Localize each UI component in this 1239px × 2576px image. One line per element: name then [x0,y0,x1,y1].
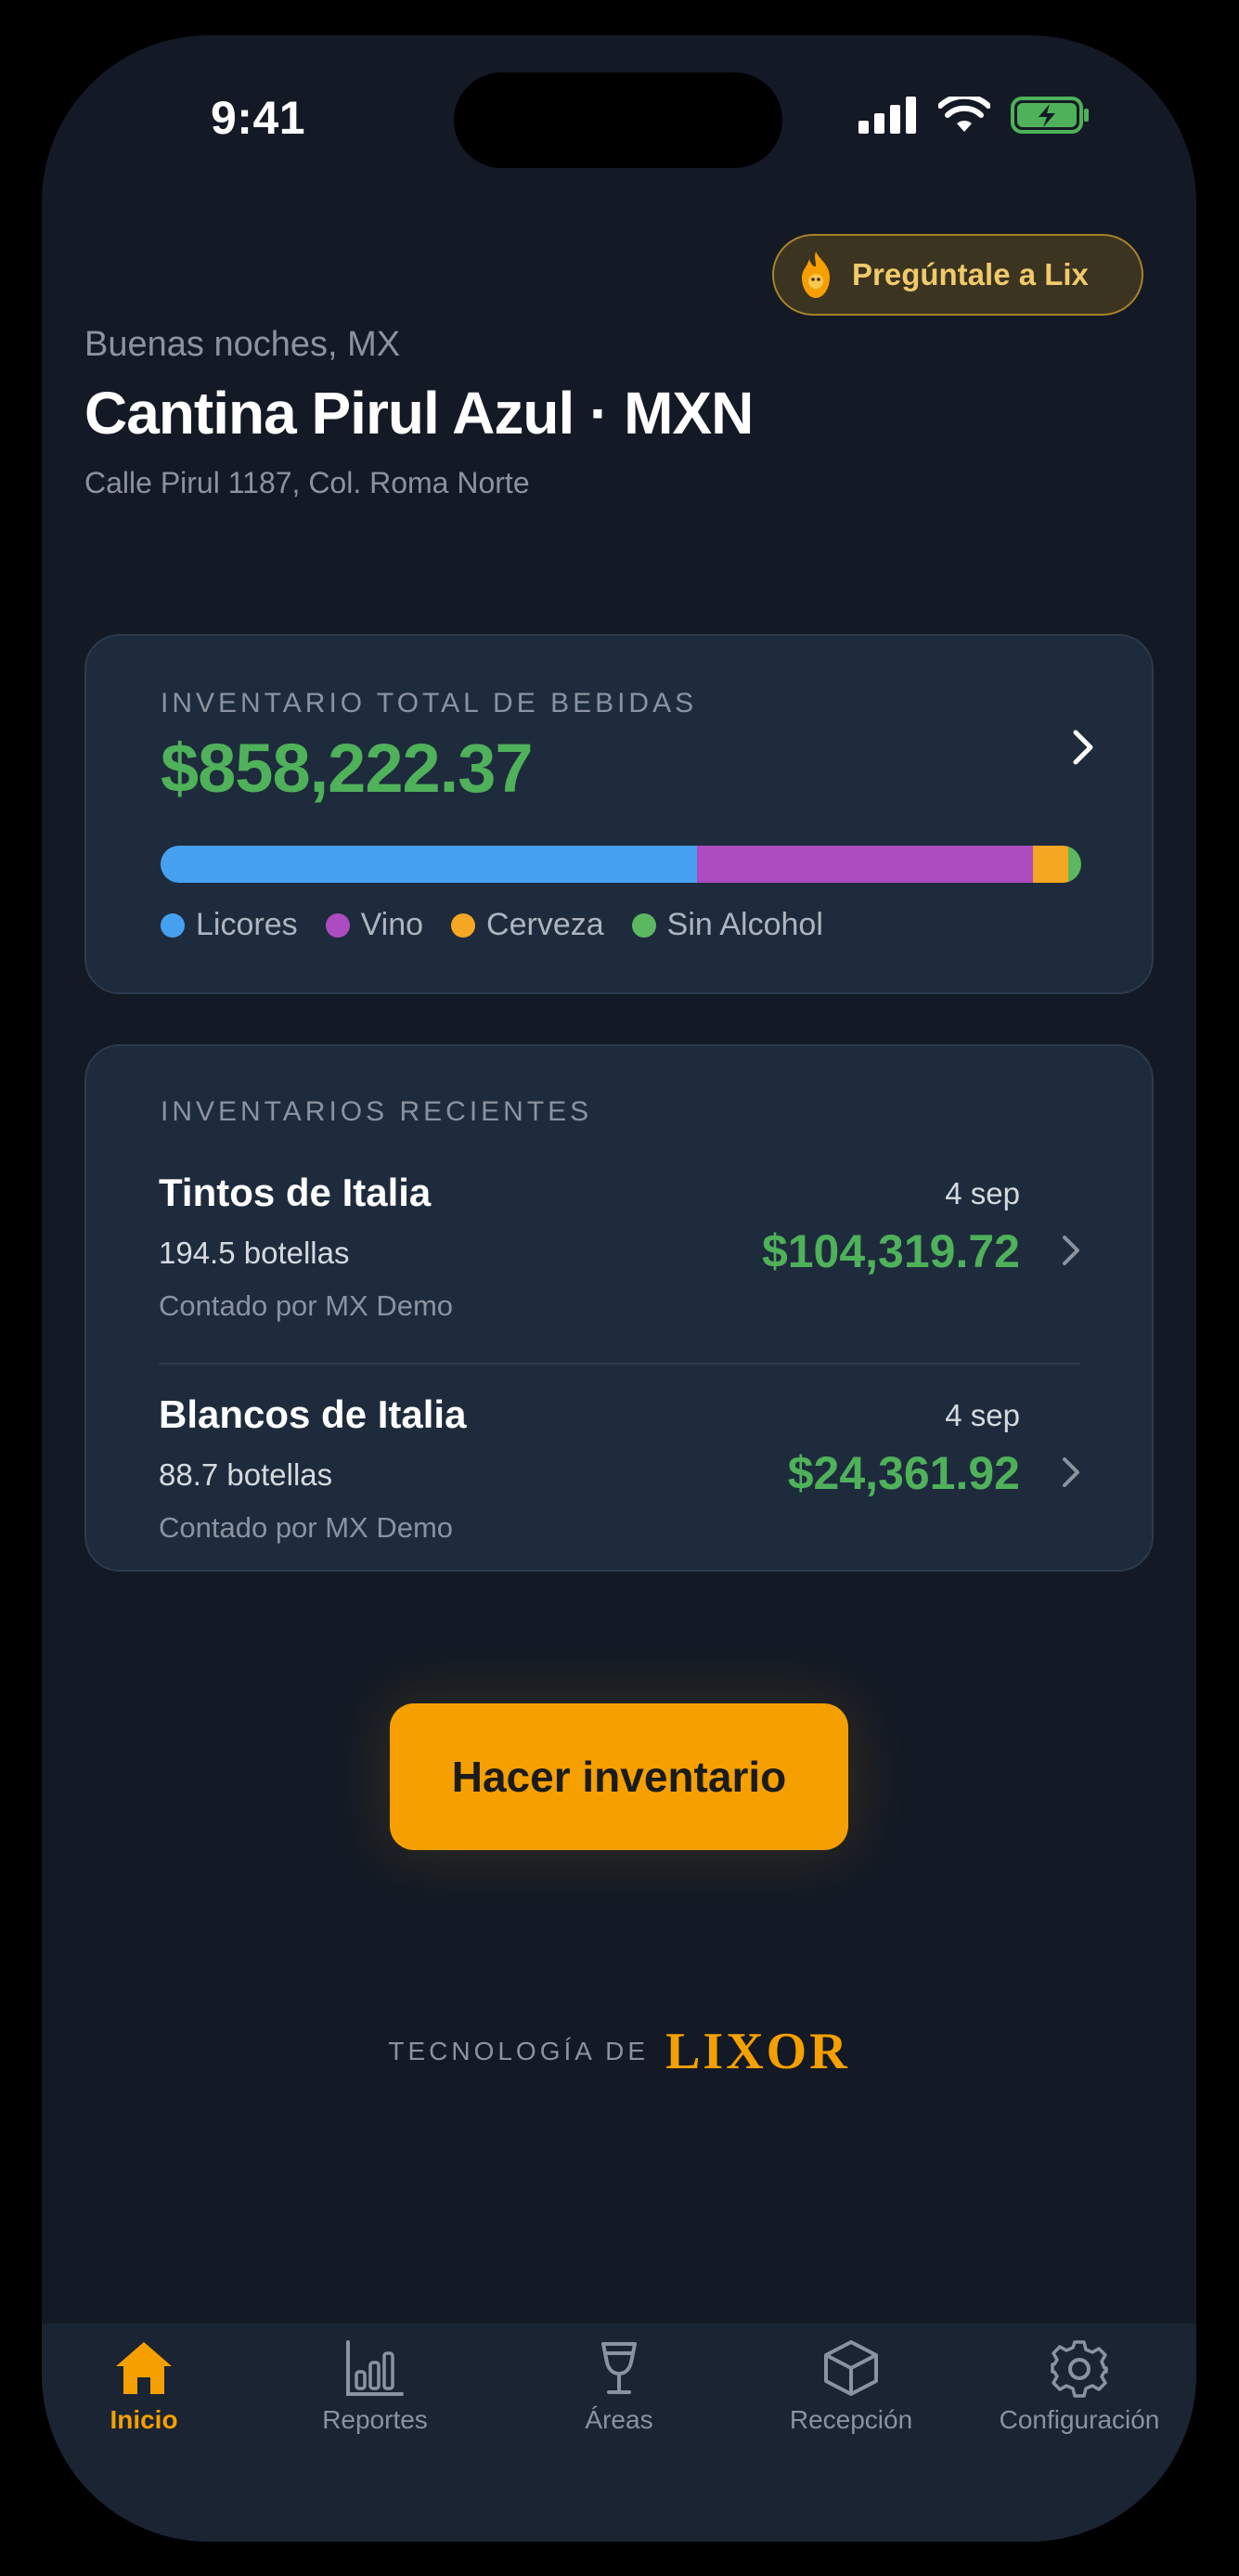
inventory-bottles: 88.7 botellas [159,1457,333,1492]
start-inventory-label: Hacer inventario [451,1753,787,1801]
bar-segment-cerveza [1033,846,1069,883]
legend-label: Sin Alcohol [666,907,823,942]
tab-label: Reportes [322,2405,428,2434]
legend-dot [631,913,656,938]
inventory-name: Blancos de Italia [159,1392,467,1436]
bar-segment-vino [697,846,1034,883]
wifi-icon [938,97,990,132]
chevron-right-icon [1063,1457,1079,1487]
wine-glass-icon [601,2342,637,2394]
bar-segment-licores [161,846,698,883]
venue-address: Calle Pirul 1187, Col. Roma Norte [84,466,530,499]
tab-bar: Inicio Reportes Áreas Recepción Configur… [42,2324,1196,2542]
signal-icon [858,97,916,134]
recent-inventory-row[interactable]: Blancos de Italia 88.7 botellas Contado … [159,1392,1087,1597]
inventory-date: 4 sep [945,1398,1020,1432]
lix-flame-icon [802,252,830,298]
inventory-value: $24,361.92 [787,1447,1020,1499]
powered-by-label: TECNOLOGÍA DE [388,2037,650,2065]
home-icon [116,2342,172,2394]
tab-areas[interactable]: Áreas [517,2338,721,2435]
inventory-total-value: $858,222.37 [161,730,534,807]
battery-icon [1011,97,1089,134]
box-icon [824,2340,878,2396]
legend-label: Cerveza [486,907,604,942]
tab-label: Áreas [585,2405,653,2434]
ask-lix-button[interactable]: Pregúntale a Lix [772,234,1143,316]
start-inventory-button[interactable]: Hacer inventario [390,1703,848,1850]
legend-dot [451,913,476,938]
gear-icon [1051,2340,1108,2398]
inventory-name: Tintos de Italia [159,1171,432,1214]
recent-inventory-row[interactable]: Tintos de Italia 194.5 botellas Contado … [159,1171,1087,1375]
legend-item: Licores [161,907,298,943]
legend-label: Vino [360,907,424,942]
chevron-right-icon [1073,730,1093,765]
greeting: Buenas noches, MX [84,325,401,364]
category-breakdown-bar [161,846,1081,883]
category-legend: Licores Vino Cerveza Sin Alcohol [161,907,823,943]
chevron-right-icon [1063,1236,1079,1265]
lixor-logo: LIXOR [665,2023,850,2080]
inventory-date: 4 sep [945,1176,1020,1210]
page-title: Cantina Pirul Azul · MXN [84,380,754,447]
row-divider [159,1363,1079,1365]
legend-item: Vino [325,907,424,943]
tab-reportes[interactable]: Reportes [273,2338,477,2435]
tab-inicio[interactable]: Inicio [42,2338,246,2435]
tab-label: Configuración [999,2405,1160,2434]
inventory-bottles: 194.5 botellas [159,1236,350,1270]
powered-by: TECNOLOGÍA DE LIXOR [42,2022,1196,2081]
status-time: 9:41 [211,92,306,144]
bar-segment-sin-alcohol [1068,846,1081,883]
legend-item: Cerveza [451,907,604,943]
phone-screen: 9:41 Pregúntale a Lix Buenas noches, MX … [42,35,1196,2542]
inventory-value: $104,319.72 [761,1225,1020,1277]
tab-recepcion[interactable]: Recepción [749,2338,953,2435]
tab-configuracion[interactable]: Configuración [977,2338,1181,2435]
inventory-total-card[interactable]: INVENTARIO TOTAL DE BEBIDAS $858,222.37 … [84,634,1154,994]
dynamic-island [454,72,782,168]
legend-label: Licores [196,907,298,942]
legend-item: Sin Alcohol [631,907,823,943]
inventory-counted-by: Contado por MX Demo [159,1511,454,1544]
tab-label: Recepción [789,2405,913,2434]
inventory-total-label: INVENTARIO TOTAL DE BEBIDAS [161,688,698,718]
status-icons [858,97,1091,134]
recent-inventories-label: INVENTARIOS RECIENTES [161,1096,593,1127]
bar-chart-icon [346,2340,404,2396]
legend-dot [325,913,350,938]
legend-dot [161,913,185,938]
tab-label: Inicio [110,2405,178,2434]
inventory-counted-by: Contado por MX Demo [159,1289,454,1322]
ask-lix-label: Pregúntale a Lix [852,257,1089,291]
